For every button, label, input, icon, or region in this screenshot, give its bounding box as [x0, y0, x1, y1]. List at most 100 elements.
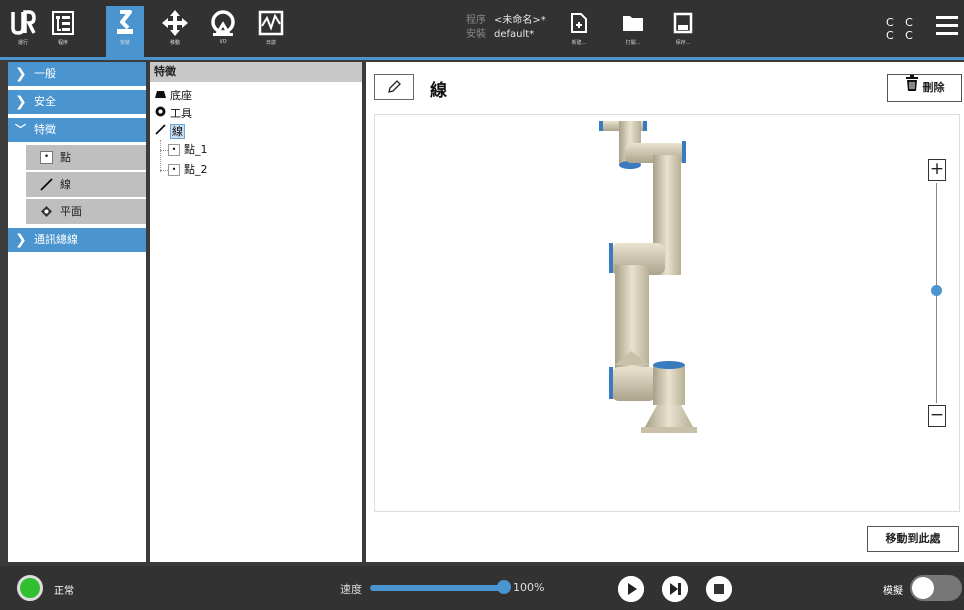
- tree-node-line[interactable]: 線: [154, 124, 185, 140]
- nav-run-button[interactable]: 運行: [4, 8, 42, 56]
- delete-button[interactable]: 刪除: [887, 74, 962, 102]
- tree-node-label: 工具: [170, 107, 192, 120]
- open-button[interactable]: 打開...: [618, 12, 648, 46]
- nav-installation-button[interactable]: 安裝: [106, 6, 144, 58]
- tree-header: 特徵: [150, 62, 362, 82]
- zoom-out-button[interactable]: −: [928, 405, 946, 427]
- nav-move-label: 移動: [169, 40, 180, 46]
- line-icon: [154, 124, 166, 140]
- program-info: 程序 <未命名>* 安裝 default*: [466, 14, 546, 42]
- rename-button[interactable]: [374, 74, 414, 100]
- open-folder-icon: [623, 16, 643, 31]
- speed-slider-handle[interactable]: [497, 580, 511, 594]
- tree-node-base[interactable]: 底座: [154, 88, 192, 104]
- stop-icon: [706, 576, 732, 602]
- nav-io-label: I/O: [219, 39, 227, 45]
- menu-item-safety[interactable]: ❯ 安全: [8, 90, 146, 114]
- chevron-right-icon: ❯: [15, 232, 27, 248]
- zoom-in-button[interactable]: +: [928, 159, 946, 181]
- trash-icon: [905, 75, 919, 101]
- program-key: 程序: [466, 15, 486, 26]
- menu-item-label: 一般: [34, 67, 56, 80]
- point-icon: •: [168, 144, 180, 156]
- tree-node-point-2[interactable]: • 點_2: [168, 162, 208, 178]
- sub-item-label: 點: [60, 151, 71, 164]
- program-name: <未命名>*: [494, 15, 546, 26]
- status-indicator-icon[interactable]: [17, 575, 43, 601]
- nav-program-button[interactable]: 程序: [44, 8, 82, 56]
- tool-icon: [154, 106, 166, 122]
- chevron-down-icon: ﹀: [15, 123, 26, 136]
- menu-item-label: 安全: [34, 95, 56, 108]
- save-button[interactable]: 保存...: [668, 12, 698, 46]
- nav-log-button[interactable]: 日誌: [252, 8, 290, 56]
- move-here-button[interactable]: 移動到此處: [867, 526, 959, 552]
- installation-key: 安裝: [466, 29, 486, 40]
- new-file-icon: [571, 13, 587, 33]
- tree-connector: [160, 170, 168, 171]
- installation-name: default*: [494, 29, 535, 40]
- simulation-label: 模擬: [883, 586, 903, 597]
- point-icon: •: [168, 164, 180, 176]
- tree-node-point-1[interactable]: • 點_1: [168, 142, 208, 158]
- nav-move-button[interactable]: 移動: [156, 8, 194, 56]
- sub-item-plane[interactable]: 平面: [26, 199, 146, 224]
- play-button[interactable]: [618, 576, 644, 602]
- zoom-slider-handle[interactable]: [931, 285, 942, 296]
- tree-node-tool[interactable]: 工具: [154, 106, 192, 122]
- simulation-toggle[interactable]: [910, 575, 962, 601]
- stop-button[interactable]: [706, 576, 732, 602]
- sub-item-label: 線: [60, 178, 71, 191]
- tree-node-label: 點_1: [184, 143, 208, 156]
- bottom-bar: 正常 速度 100% 模擬: [0, 566, 964, 610]
- tree-node-label: 線: [170, 124, 185, 139]
- nav-installation-label: 安裝: [119, 40, 130, 46]
- base-icon: [154, 88, 166, 104]
- nav-program-label: 程序: [57, 40, 68, 46]
- top-bar: 運行 程序 安裝 移動 I/O 日誌 程序 <未命名>* 安裝 default*…: [0, 0, 964, 58]
- tree-node-label: 底座: [170, 89, 192, 102]
- sub-item-label: 平面: [60, 205, 82, 218]
- new-label: 新建...: [571, 40, 587, 46]
- open-label: 打開...: [625, 40, 641, 46]
- menu-item-fieldbus[interactable]: ❯ 通訊總線: [8, 228, 146, 252]
- speed-value: 100%: [513, 581, 545, 594]
- nav-run-label: 運行: [17, 40, 28, 46]
- line-icon: [40, 178, 53, 191]
- tree-connector: [160, 140, 161, 172]
- move-icon: [162, 10, 188, 36]
- toggle-knob: [912, 577, 934, 599]
- io-icon: [211, 10, 235, 36]
- speed-slider-track[interactable]: [370, 585, 504, 591]
- feature-title: 線: [430, 81, 447, 101]
- robot-arm-image: [599, 121, 697, 433]
- new-button[interactable]: 新建...: [564, 12, 594, 46]
- nav-io-button[interactable]: I/O: [204, 8, 242, 56]
- save-label: 保存...: [675, 40, 691, 46]
- play-icon: [618, 576, 644, 602]
- feature-detail-panel: 線 刪除 + − 移動到此處: [366, 62, 964, 562]
- menu-item-features[interactable]: ﹀ 特徵: [8, 118, 146, 142]
- header-accent-line: [0, 57, 964, 60]
- nav-log-label: 日誌: [265, 40, 276, 46]
- installation-icon: [117, 10, 133, 34]
- hamburger-menu-icon[interactable]: [936, 16, 958, 36]
- chevron-right-icon: ❯: [15, 66, 27, 82]
- point-icon: •: [40, 151, 53, 164]
- menu-item-general[interactable]: ❯ 一般: [8, 62, 146, 86]
- delete-label: 刪除: [922, 81, 945, 94]
- ur-logo-icon: [11, 10, 36, 35]
- plane-icon: [40, 205, 53, 218]
- tree-connector: [160, 150, 168, 151]
- menu-item-label: 通訊總線: [34, 233, 78, 246]
- log-icon: [258, 10, 284, 36]
- installation-menu: ❯ 一般 ❯ 安全 ﹀ 特徵 • 點 線 平面 ❯ 通訊總線: [8, 62, 146, 562]
- step-button[interactable]: [662, 576, 688, 602]
- tree-node-label: 點_2: [184, 163, 208, 176]
- robot-3d-view[interactable]: + −: [374, 114, 960, 512]
- chevron-right-icon: ❯: [15, 94, 27, 110]
- cc-indicator: C C C C: [886, 16, 917, 42]
- sub-item-point[interactable]: • 點: [26, 145, 146, 170]
- sub-item-line[interactable]: 線: [26, 172, 146, 197]
- pencil-icon: [388, 80, 401, 93]
